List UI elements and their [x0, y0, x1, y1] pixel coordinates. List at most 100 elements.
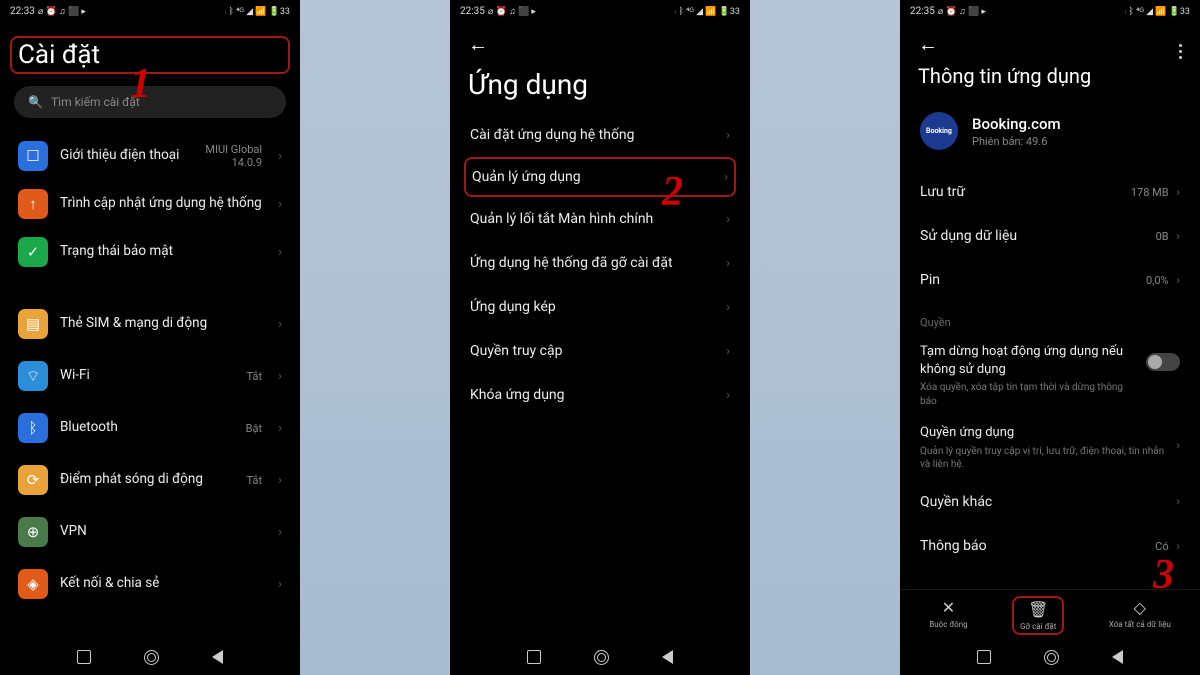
recents-button[interactable]: [77, 650, 91, 664]
item-label: Khóa ứng dụng: [470, 387, 565, 403]
item-label: Quản lý lối tắt Màn hình chính: [470, 211, 653, 227]
wifi-icon: ⌔: [18, 361, 48, 391]
overflow-menu-icon[interactable]: [1179, 44, 1182, 59]
status-bar: 22:33⌀ ⏰ ♫ ⬛ ▸ ⋮ᛒ ⁴ᴳ ◢ 📶 🔋33: [0, 0, 300, 22]
row-desc: Quản lý quyền truy cập vị trí, lưu trữ, …: [920, 445, 1168, 472]
item-sub: MIUI Global 14.0.9: [205, 143, 262, 169]
row-data-usage[interactable]: Sử dụng dữ liệu 0B ›: [914, 214, 1186, 258]
annotation-3: 3: [1153, 551, 1174, 599]
status-icons-right: ⋮ᛒ ⁴ᴳ ◢ 📶 🔋33: [223, 6, 290, 17]
hotspot-icon: ⟳: [18, 465, 48, 495]
item-app-lock[interactable]: Khóa ứng dụng ›: [464, 373, 736, 417]
row-storage[interactable]: Lưu trữ 178 MB ›: [914, 170, 1186, 214]
item-vpn[interactable]: ⊕ VPN ›: [14, 506, 286, 558]
status-time: 22:35: [460, 6, 485, 17]
item-connect-share[interactable]: ◈ Kết nối & chia sẻ ›: [14, 558, 286, 610]
chevron-right-icon: ›: [278, 577, 282, 592]
back-button[interactable]: [662, 650, 673, 664]
row-app-permissions[interactable]: Quyền ứng dụng Quản lý quyền truy cập vị…: [914, 416, 1186, 480]
item-label: Trạng thái bảo mật: [60, 243, 266, 261]
toggle-switch[interactable]: [1146, 353, 1180, 371]
status-time: 22:33: [10, 6, 35, 17]
item-hotspot[interactable]: ⟳ Điểm phát sóng di động Tắt ›: [14, 454, 286, 506]
trash-icon: 🗑: [1028, 600, 1048, 619]
item-permissions[interactable]: Quyền truy cập ›: [464, 329, 736, 373]
item-sim[interactable]: ▤ Thẻ SIM & mạng di động ›: [14, 298, 286, 350]
status-icons-left: ⌀ ⏰ ♫ ⬛ ▸: [488, 6, 536, 17]
row-other-permissions[interactable]: Quyền khác ›: [914, 480, 1186, 524]
chevron-right-icon: ›: [726, 212, 730, 227]
row-notifications[interactable]: Thông báo Có ›: [914, 524, 1186, 568]
system-nav-bar: [0, 639, 300, 675]
chevron-right-icon: ›: [278, 317, 282, 332]
chevron-right-icon: ›: [278, 525, 282, 540]
home-button[interactable]: [594, 650, 609, 665]
back-arrow-icon[interactable]: ←: [918, 32, 938, 57]
item-uninstalled-system[interactable]: Ứng dụng hệ thống đã gỡ cài đặt ›: [464, 241, 736, 285]
action-clear-data[interactable]: ◇ Xóa tất cả dữ liệu: [1103, 596, 1177, 635]
row-battery[interactable]: Pin 0,0% ›: [914, 258, 1186, 302]
chevron-right-icon: ›: [1176, 438, 1180, 453]
chevron-right-icon: ›: [278, 197, 282, 212]
chevron-right-icon: ›: [1176, 494, 1180, 509]
row-label: Quyền khác: [920, 494, 992, 510]
bluetooth-icon: ᛒ: [18, 413, 48, 443]
row-label: Sử dụng dữ liệu: [920, 228, 1017, 244]
item-label: Wi-Fi: [60, 367, 235, 385]
vpn-icon: ⊕: [18, 517, 48, 547]
item-manage-apps[interactable]: Quản lý ứng dụng ›: [464, 157, 736, 197]
back-arrow-icon[interactable]: ←: [468, 32, 488, 57]
chevron-right-icon: ›: [278, 245, 282, 260]
recents-button[interactable]: [527, 650, 541, 664]
item-label: Thẻ SIM & mạng di động: [60, 315, 266, 333]
action-uninstall[interactable]: 🗑 Gỡ cài đặt: [1012, 596, 1064, 635]
item-label: Quản lý ứng dụng: [472, 169, 581, 185]
item-sub: Tắt: [247, 370, 263, 383]
item-label: VPN: [60, 523, 266, 541]
item-label: Điểm phát sóng di động: [60, 471, 235, 489]
update-icon: ↑: [18, 189, 48, 219]
status-icons-left: ⌀ ⏰ ♫ ⬛ ▸: [938, 6, 986, 17]
share-icon: ◈: [18, 569, 48, 599]
status-icons-left: ⌀ ⏰ ♫ ⬛ ▸: [38, 6, 86, 17]
annotation-2: 2: [662, 168, 683, 216]
row-pause-activity[interactable]: Tạm dừng hoạt động ứng dụng nếu không sử…: [914, 335, 1186, 416]
page-title: Thông tin ứng dụng: [900, 62, 1200, 94]
item-dual-apps[interactable]: Ứng dụng kép ›: [464, 285, 736, 329]
chevron-right-icon: ›: [278, 149, 282, 164]
system-nav-bar: [450, 639, 750, 675]
home-button[interactable]: [144, 650, 159, 665]
erase-icon: ◇: [1134, 598, 1146, 617]
item-security[interactable]: ✓ Trạng thái bảo mật ›: [14, 228, 286, 276]
item-bluetooth[interactable]: ᛒ Bluetooth Bật ›: [14, 402, 286, 454]
item-sub: Tắt: [247, 474, 263, 487]
chevron-right-icon: ›: [726, 300, 730, 315]
close-icon: ✕: [942, 598, 955, 617]
app-info-list: Booking Booking.com Phiên bản: 49.6 Lưu …: [900, 94, 1200, 589]
status-bar: 22:35⌀ ⏰ ♫ ⬛ ▸ ⋮ᛒ ⁴ᴳ ◢ 📶 🔋33: [900, 0, 1200, 22]
back-button[interactable]: [212, 650, 223, 664]
page-title: Cài đặt: [18, 40, 100, 70]
chevron-right-icon: ›: [1176, 539, 1180, 554]
item-wifi[interactable]: ⌔ Wi-Fi Tắt ›: [14, 350, 286, 402]
item-system-updater[interactable]: ↑ Trình cập nhật ứng dụng hệ thống ›: [14, 180, 286, 228]
system-nav-bar: [900, 639, 1200, 675]
back-button[interactable]: [1112, 650, 1123, 664]
action-force-stop[interactable]: ✕ Buộc đóng: [923, 596, 973, 635]
item-system-app-settings[interactable]: Cài đặt ứng dụng hệ thống ›: [464, 113, 736, 157]
about-icon: ☐: [18, 141, 48, 171]
item-label: Kết nối & chia sẻ: [60, 575, 266, 593]
recents-button[interactable]: [977, 650, 991, 664]
item-about-phone[interactable]: ☐ Giới thiệu điện thoại MIUI Global 14.0…: [14, 132, 286, 180]
item-label: Giới thiệu điện thoại: [60, 147, 193, 165]
app-name: Booking.com: [972, 115, 1061, 133]
chevron-right-icon: ›: [1176, 273, 1180, 288]
search-icon: 🔍: [28, 95, 43, 109]
home-button[interactable]: [1044, 650, 1059, 665]
chevron-right-icon: ›: [726, 128, 730, 143]
row-label: Lưu trữ: [920, 184, 965, 200]
row-value: 0,0%: [1146, 274, 1169, 287]
status-bar: 22:35⌀ ⏰ ♫ ⬛ ▸ ⋮ᛒ ⁴ᴳ ◢ 📶 🔋33: [450, 0, 750, 22]
item-label: Trình cập nhật ứng dụng hệ thống: [60, 195, 266, 213]
item-home-shortcuts[interactable]: Quản lý lối tắt Màn hình chính ›: [464, 197, 736, 241]
